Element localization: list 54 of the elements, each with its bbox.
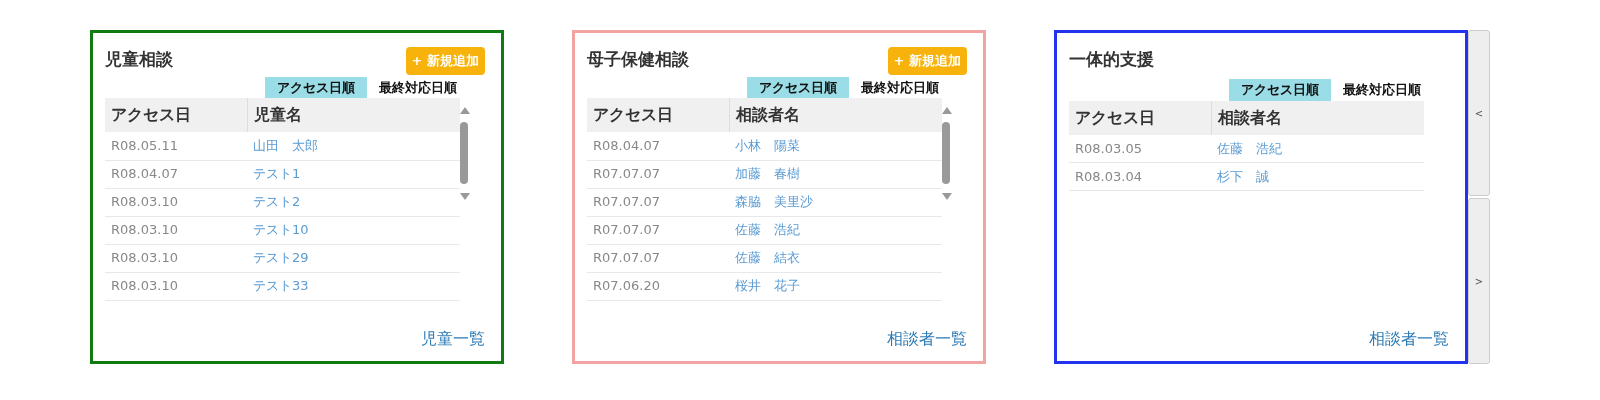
panel-title: 一体的支援: [1069, 48, 1154, 71]
name-link[interactable]: 桜井 花子: [729, 272, 942, 300]
column-header: アクセス日: [587, 98, 729, 132]
scroll-up-icon[interactable]: [460, 107, 470, 114]
name-link[interactable]: 杉下 誠: [1211, 162, 1424, 191]
date-cell: R07.07.07: [587, 160, 729, 188]
date-cell: R07.07.07: [587, 188, 729, 216]
name-link[interactable]: 佐藤 浩紀: [1211, 134, 1424, 163]
date-cell: R08.03.10: [105, 244, 247, 272]
scrollbar-thumb[interactable]: [942, 122, 950, 184]
sort-tab[interactable]: 最終対応日順: [367, 76, 469, 98]
list-link[interactable]: 相談者一覧: [887, 327, 967, 351]
list-link[interactable]: 相談者一覧: [1369, 327, 1449, 351]
sort-tab[interactable]: 最終対応日順: [1331, 79, 1433, 101]
sort-tab[interactable]: アクセス日順: [265, 76, 367, 98]
name-link[interactable]: 佐藤 浩紀: [729, 216, 942, 244]
sort-tab[interactable]: 最終対応日順: [849, 76, 951, 98]
name-link[interactable]: テスト2: [247, 188, 460, 216]
scrollbar-thumb[interactable]: [460, 122, 468, 184]
list-link[interactable]: 児童一覧: [421, 327, 485, 351]
date-cell: R08.03.10: [105, 272, 247, 300]
column-header: 相談者名: [1211, 100, 1424, 135]
panel-title: 児童相談: [105, 48, 173, 71]
next-button[interactable]: >: [1468, 198, 1490, 364]
name-link[interactable]: テスト33: [247, 272, 460, 300]
date-cell: R07.07.07: [587, 216, 729, 244]
name-link[interactable]: 加藤 春樹: [729, 160, 942, 188]
date-cell: R08.03.04: [1069, 162, 1211, 191]
sort-tab[interactable]: アクセス日順: [747, 76, 849, 98]
sort-tab[interactable]: アクセス日順: [1229, 79, 1331, 101]
name-link[interactable]: テスト29: [247, 244, 460, 272]
date-cell: R07.06.20: [587, 272, 729, 300]
date-cell: R08.03.10: [105, 216, 247, 244]
panel-title: 母子保健相談: [587, 48, 689, 71]
name-link[interactable]: 森脇 美里沙: [729, 188, 942, 216]
add-button[interactable]: + 新規追加: [887, 47, 967, 75]
name-link[interactable]: テスト1: [247, 160, 460, 188]
previous-button[interactable]: <: [1468, 30, 1490, 196]
scroll-down-icon[interactable]: [460, 193, 470, 200]
date-cell: R08.04.07: [587, 132, 729, 160]
date-cell: R08.04.07: [105, 160, 247, 188]
add-button[interactable]: + 新規追加: [405, 47, 485, 75]
name-link[interactable]: テスト10: [247, 216, 460, 244]
scroll-up-icon[interactable]: [942, 107, 952, 114]
date-cell: R08.05.11: [105, 132, 247, 160]
date-cell: R08.03.10: [105, 188, 247, 216]
column-header: アクセス日: [1069, 100, 1211, 135]
scroll-down-icon[interactable]: [942, 193, 952, 200]
column-header: アクセス日: [105, 98, 247, 132]
column-header: 相談者名: [729, 98, 942, 132]
name-link[interactable]: 佐藤 結衣: [729, 244, 942, 272]
column-header: 児童名: [247, 98, 460, 132]
date-cell: R08.03.05: [1069, 134, 1211, 163]
date-cell: R07.07.07: [587, 244, 729, 272]
